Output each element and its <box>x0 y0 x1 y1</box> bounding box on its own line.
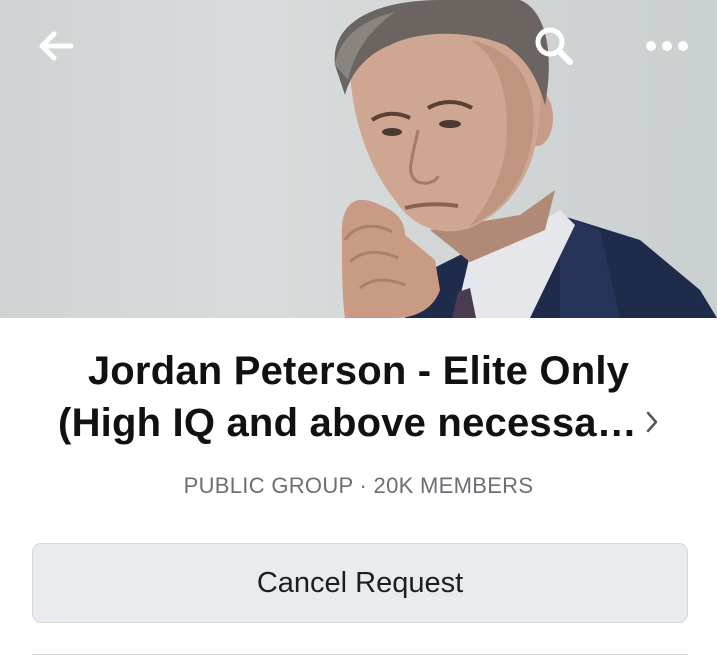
back-button[interactable] <box>32 22 80 70</box>
divider <box>32 654 688 655</box>
group-meta: PUBLIC GROUP · 20K MEMBERS <box>183 473 534 498</box>
more-dots-icon <box>646 41 688 51</box>
cover-photo-illustration <box>334 0 717 318</box>
group-title-line-1: Jordan Peterson - Elite Only <box>87 349 630 393</box>
group-title[interactable]: Jordan Peterson - Elite Only (High IQ an… <box>20 345 697 449</box>
search-icon <box>535 27 573 65</box>
group-title-line-2: (High IQ and above necessa… <box>58 401 637 445</box>
chevron-right-icon <box>646 412 658 433</box>
search-button[interactable] <box>530 22 578 70</box>
back-arrow-icon <box>39 31 74 61</box>
group-cover-photo <box>0 0 717 318</box>
more-options-button[interactable] <box>643 22 691 70</box>
cancel-request-button[interactable]: Cancel Request <box>32 543 688 623</box>
